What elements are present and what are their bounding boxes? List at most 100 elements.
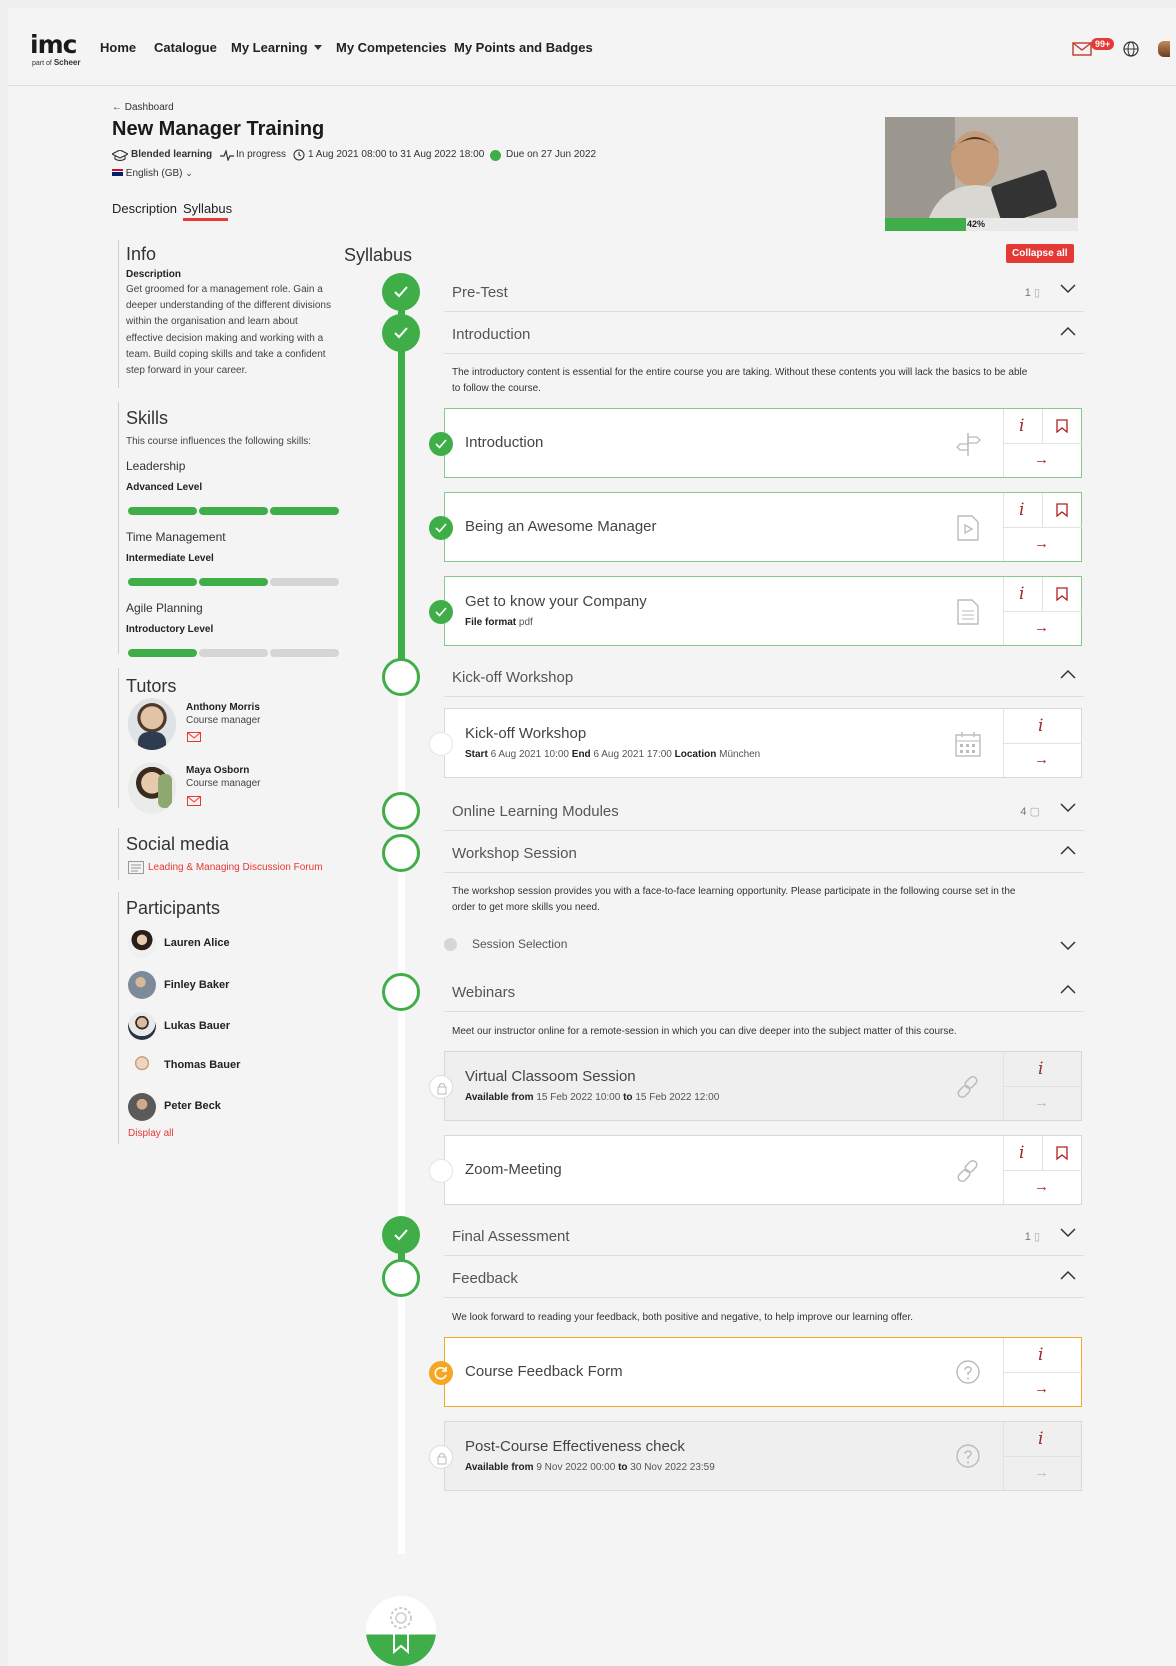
user-avatar[interactable] bbox=[1158, 41, 1170, 57]
mail-icon[interactable] bbox=[1072, 42, 1092, 56]
participant-name[interactable]: Lukas Bauer bbox=[164, 1020, 230, 1032]
section-header-workshop-session[interactable]: Workshop Session bbox=[444, 833, 1084, 873]
course-type: Blended learning bbox=[131, 149, 213, 160]
section-label: Workshop Session bbox=[452, 845, 577, 862]
section-header-final-assessment[interactable]: Final Assessment 1 ▯ bbox=[444, 1216, 1084, 1256]
skill-level: Intermediate Level bbox=[126, 553, 214, 564]
description-line: team. Build coping skills and take a con… bbox=[126, 348, 326, 360]
timeline-progress bbox=[398, 300, 405, 680]
divider bbox=[1004, 1372, 1082, 1373]
item-title[interactable]: Course Feedback Form bbox=[465, 1363, 623, 1380]
tab-syllabus[interactable]: Syllabus bbox=[183, 201, 232, 216]
divider bbox=[118, 828, 119, 880]
bookmark-icon[interactable] bbox=[1056, 587, 1068, 601]
info-icon[interactable]: i bbox=[1019, 1143, 1024, 1163]
participant-name[interactable]: Peter Beck bbox=[164, 1100, 221, 1112]
open-item-arrow-icon[interactable]: → bbox=[1034, 751, 1049, 768]
chevron-up-icon[interactable] bbox=[1060, 845, 1076, 855]
chevron-down-icon[interactable] bbox=[1060, 1228, 1076, 1238]
globe-icon[interactable] bbox=[1123, 41, 1139, 57]
collapse-all-button[interactable]: Collapse all bbox=[1006, 244, 1074, 263]
chevron-up-icon[interactable] bbox=[1060, 984, 1076, 994]
section-label: Final Assessment bbox=[452, 1228, 570, 1245]
item-title[interactable]: Zoom-Meeting bbox=[465, 1161, 562, 1178]
check-icon bbox=[394, 1229, 408, 1241]
learning-item-card[interactable]: Introduction i → bbox=[429, 408, 1082, 478]
nav-catalogue[interactable]: Catalogue bbox=[154, 40, 217, 55]
nav-my-competencies[interactable]: My Competencies bbox=[336, 40, 447, 55]
question-bubble-icon bbox=[956, 1360, 980, 1384]
back-to-dashboard-link[interactable]: ← Dashboard bbox=[112, 102, 174, 113]
bookmark-icon[interactable] bbox=[1056, 1146, 1068, 1160]
participant-name[interactable]: Thomas Bauer bbox=[164, 1059, 240, 1071]
learning-item-card[interactable]: Get to know your Company File format pdf… bbox=[429, 576, 1082, 646]
chevron-up-icon[interactable] bbox=[1060, 669, 1076, 679]
nav-home[interactable]: Home bbox=[100, 40, 136, 55]
nav-my-learning[interactable]: My Learning bbox=[231, 40, 322, 55]
open-item-arrow-icon[interactable]: → bbox=[1034, 1178, 1049, 1195]
item-meta-value: 6 Aug 2021 17:00 bbox=[593, 749, 672, 760]
open-item-arrow-icon[interactable]: → bbox=[1034, 451, 1049, 468]
section-header-webinars[interactable]: Webinars bbox=[444, 972, 1084, 1012]
info-icon[interactable]: i bbox=[1038, 1059, 1043, 1079]
lock-icon bbox=[437, 1453, 447, 1465]
check-icon bbox=[435, 523, 447, 533]
chevron-down-icon[interactable] bbox=[1060, 284, 1076, 294]
info-icon[interactable]: i bbox=[1019, 416, 1024, 436]
info-icon[interactable]: i bbox=[1038, 1429, 1043, 1449]
link-icon bbox=[957, 1075, 978, 1099]
learning-item-card[interactable]: Being an Awesome Manager i → bbox=[429, 492, 1082, 562]
section-header-kickoff-workshop[interactable]: Kick-off Workshop bbox=[444, 657, 1084, 697]
section-header-online-learning-modules[interactable]: Online Learning Modules 4 ▢ bbox=[444, 791, 1084, 831]
skill-name: Time Management bbox=[126, 530, 226, 544]
open-item-arrow-icon[interactable]: → bbox=[1034, 1380, 1049, 1397]
mail-icon[interactable] bbox=[187, 732, 201, 742]
open-item-arrow-icon[interactable]: → bbox=[1034, 619, 1049, 636]
chevron-down-icon[interactable] bbox=[1060, 803, 1076, 813]
learning-item-card[interactable]: Kick-off Workshop Start 6 Aug 2021 10:00… bbox=[429, 708, 1082, 778]
chevron-down-icon[interactable] bbox=[1060, 941, 1076, 951]
skill-level-bar bbox=[128, 578, 197, 586]
info-icon[interactable]: i bbox=[1038, 716, 1043, 736]
divider bbox=[1004, 1086, 1082, 1087]
description-text: Get groomed for a management role. Gain … bbox=[126, 282, 356, 379]
section-status-done bbox=[382, 273, 420, 311]
chevron-up-icon[interactable] bbox=[1060, 326, 1076, 336]
item-count: 1 ▯ bbox=[1025, 1230, 1040, 1243]
participant-name[interactable]: Finley Baker bbox=[164, 979, 229, 991]
section-header-introduction[interactable]: Introduction bbox=[444, 314, 1084, 354]
item-title[interactable]: Get to know your Company bbox=[465, 593, 647, 610]
learning-item-card[interactable]: Virtual Classoom Session Available from … bbox=[429, 1051, 1082, 1121]
section-header-feedback[interactable]: Feedback bbox=[444, 1258, 1084, 1298]
learning-item-card[interactable]: Post-Course Effectiveness check Availabl… bbox=[429, 1421, 1082, 1491]
bookmark-icon[interactable] bbox=[1056, 419, 1068, 433]
item-title[interactable]: Being an Awesome Manager bbox=[465, 518, 657, 535]
item-title[interactable]: Introduction bbox=[465, 434, 543, 451]
participants-section: Participants Lauren Alice Finley Baker L… bbox=[126, 898, 356, 1148]
mail-icon[interactable] bbox=[187, 796, 201, 806]
tab-description[interactable]: Description bbox=[112, 201, 177, 216]
nav-points-badges[interactable]: My Points and Badges bbox=[454, 40, 593, 55]
display-all-link[interactable]: Display all bbox=[128, 1128, 174, 1139]
section-description-line: Meet our instructor online for a remote-… bbox=[452, 1026, 957, 1037]
imc-logo[interactable]: imc bbox=[30, 30, 77, 59]
item-status-open bbox=[429, 1159, 453, 1183]
question-bubble-icon bbox=[956, 1444, 980, 1468]
participant-name[interactable]: Lauren Alice bbox=[164, 937, 230, 949]
info-icon[interactable]: i bbox=[1019, 584, 1024, 604]
learning-item-card[interactable]: Zoom-Meeting i → bbox=[429, 1135, 1082, 1205]
language-selector[interactable]: English (GB) ⌄ bbox=[112, 168, 193, 179]
info-icon[interactable]: i bbox=[1019, 500, 1024, 520]
participant-avatar bbox=[128, 930, 156, 958]
learning-item-card[interactable]: Course Feedback Form i → bbox=[429, 1337, 1082, 1407]
session-selection-row[interactable]: Session Selection bbox=[444, 926, 1084, 960]
section-header-pre-test[interactable]: Pre-Test 1 ▯ bbox=[444, 272, 1084, 312]
skill-level-bar bbox=[128, 507, 197, 515]
open-item-arrow-icon[interactable]: → bbox=[1034, 535, 1049, 552]
info-icon[interactable]: i bbox=[1038, 1345, 1043, 1365]
forum-link[interactable]: Leading & Managing Discussion Forum bbox=[148, 862, 323, 873]
chevron-up-icon[interactable] bbox=[1060, 1270, 1076, 1280]
bookmark-icon[interactable] bbox=[1056, 503, 1068, 517]
section-status-open bbox=[382, 658, 420, 696]
item-title[interactable]: Kick-off Workshop bbox=[465, 725, 586, 742]
